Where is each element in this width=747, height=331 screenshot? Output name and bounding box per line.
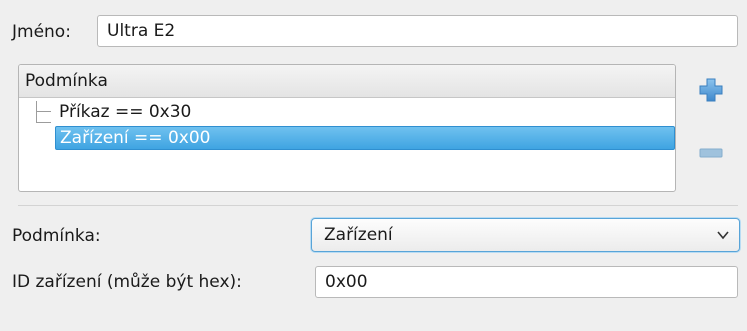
chevron-down-icon [717,231,729,240]
tree-column-header[interactable]: Podmínka [19,65,675,98]
plus-icon[interactable] [699,78,723,102]
conditions-tree[interactable]: Podmínka Příkaz == 0x30 Zařízení == 0x00 [18,64,676,192]
tree-branch-line [36,101,37,123]
name-input[interactable]: Ultra E2 [97,15,738,47]
tree-branch-line [36,111,51,112]
tree-branch-line [36,122,51,123]
device-id-label: ID zařízení (může být hex): [12,272,242,292]
section-divider [18,205,738,206]
minus-icon[interactable] [699,148,723,158]
tree-item-command[interactable]: Příkaz == 0x30 [55,100,191,124]
condition-label: Podmínka: [12,226,101,246]
condition-select-value: Zařízení [324,225,393,245]
name-label: Jméno: [12,22,71,42]
condition-select[interactable]: Zařízení [311,218,740,252]
device-id-input[interactable]: 0x00 [315,266,738,298]
tree-item-device[interactable]: Zařízení == 0x00 [55,126,675,150]
